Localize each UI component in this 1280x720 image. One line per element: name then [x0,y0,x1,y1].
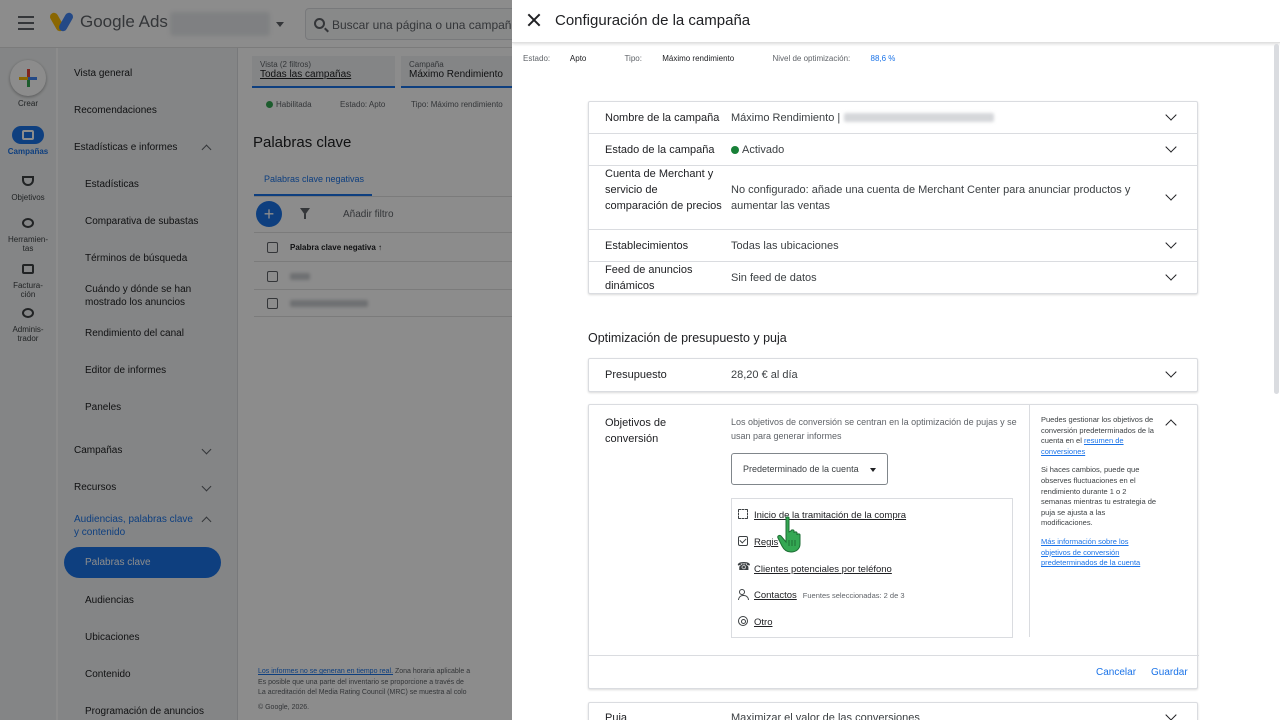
setting-key: Puja [605,712,628,720]
goal-item[interactable]: Clientes potenciales por teléfono [737,560,892,575]
goal-item[interactable]: Inicio de la tramitación de la compra [738,509,906,521]
setting-value: No configurado: añade una cuenta de Merc… [731,184,1131,212]
goal-item[interactable]: Regis [738,536,778,548]
conversion-help-panel: Puedes gestionar los objetivos de conver… [1029,405,1157,637]
setting-key: Objetivos de conversión [605,417,667,445]
setting-value: Maximizar el valor de las conversiones [731,712,920,720]
status-estado: Apto [569,54,587,63]
setting-key: Estado de la campaña [605,144,715,156]
target-icon [738,616,748,626]
phone-icon [737,560,751,573]
setting-key: Establecimientos [605,240,689,252]
close-icon[interactable] [526,12,542,28]
chevron-down-icon [1165,269,1177,281]
bid-card[interactable]: Puja Maximizar el valor de las conversio… [588,702,1198,720]
setting-value: Todas las ubicaciones [731,240,839,252]
conversion-description: Los objetivos de conversión se centran e… [731,417,1017,441]
panel-title: Configuración de la campaña [555,12,751,29]
status-tipo: Máximo rendimiento [662,54,735,63]
chevron-down-icon [1165,709,1177,720]
people-icon [738,589,749,600]
setting-row-locations[interactable]: Establecimientos Todas las ubicaciones [589,230,1197,262]
checkbox-icon [738,536,748,546]
redacted-text [844,113,995,122]
settings-card: Nombre de la campaña Máximo Rendimiento … [588,101,1198,294]
modal-scrim[interactable] [0,0,512,720]
setting-value: Máximo Rendimiento | [731,110,1151,126]
setting-row-feed[interactable]: Feed de anuncios dinámicos Sin feed de d… [589,262,1197,294]
setting-key: Feed de anuncios dinámicos [605,264,693,292]
setting-row-merchant[interactable]: Cuenta de Merchant y servicio de compara… [589,166,1197,230]
conversion-goals-select[interactable]: Predeterminado de la cuenta [731,453,888,485]
status-dot [731,146,739,154]
setting-value: Sin feed de datos [731,272,817,284]
card-actions: Cancelar Guardar [589,655,1199,690]
setting-key: Cuenta de Merchant y servicio de compara… [605,168,722,212]
setting-value: Activado [731,142,1151,158]
cancel-button[interactable]: Cancelar [1096,667,1136,678]
budget-card[interactable]: Presupuesto 28,20 € al día [588,358,1198,392]
setting-row-bid[interactable]: Puja Maximizar el valor de las conversio… [589,703,1197,720]
chevron-down-icon [1165,237,1177,249]
goal-item[interactable]: Contactos Fuentes seleccionadas: 2 de 3 [738,589,905,601]
setting-row-name[interactable]: Nombre de la campaña Máximo Rendimiento … [589,102,1197,134]
setting-value: 28,20 € al día [731,369,798,381]
panel-header: Configuración de la campaña [512,0,1280,43]
dropdown-arrow-icon [870,468,876,472]
learn-more-link[interactable]: Más información sobre los objetivos de c… [1041,537,1157,569]
help-text: Si haces cambios, puede que observes flu… [1041,465,1157,528]
chevron-down-icon [1165,189,1177,201]
chevron-down-icon [1165,109,1177,121]
scrollbar[interactable] [1274,44,1279,394]
cart-icon [738,509,748,519]
select-value: Predeterminado de la cuenta [743,464,859,474]
optimization-score-link[interactable]: 88,6 % [871,54,896,63]
save-button[interactable]: Guardar [1151,667,1188,678]
section-title: Optimización de presupuesto y puja [588,331,787,345]
hand-cursor-icon [777,516,801,553]
setting-key: Nombre de la campaña [605,112,720,124]
conversion-goals-list: Inicio de la tramitación de la compra Re… [731,498,1013,638]
chevron-down-icon [1165,141,1177,153]
conversion-goals-card: Objetivos de conversión Los objetivos de… [588,404,1199,690]
setting-row-budget[interactable]: Presupuesto 28,20 € al día [589,359,1197,391]
goal-item[interactable]: Otro [738,616,772,628]
chevron-down-icon [1165,366,1177,378]
campaign-settings-panel: Configuración de la campaña Estado: Apto… [512,0,1280,720]
goal-note: Fuentes seleccionadas: 2 de 3 [802,591,905,600]
panel-status-bar: Estado: Apto Tipo: Máximo rendimiento Ni… [523,54,896,63]
setting-key: Presupuesto [605,369,667,381]
chevron-up-icon[interactable] [1165,419,1177,431]
setting-row-status[interactable]: Estado de la campaña Activado [589,134,1197,166]
